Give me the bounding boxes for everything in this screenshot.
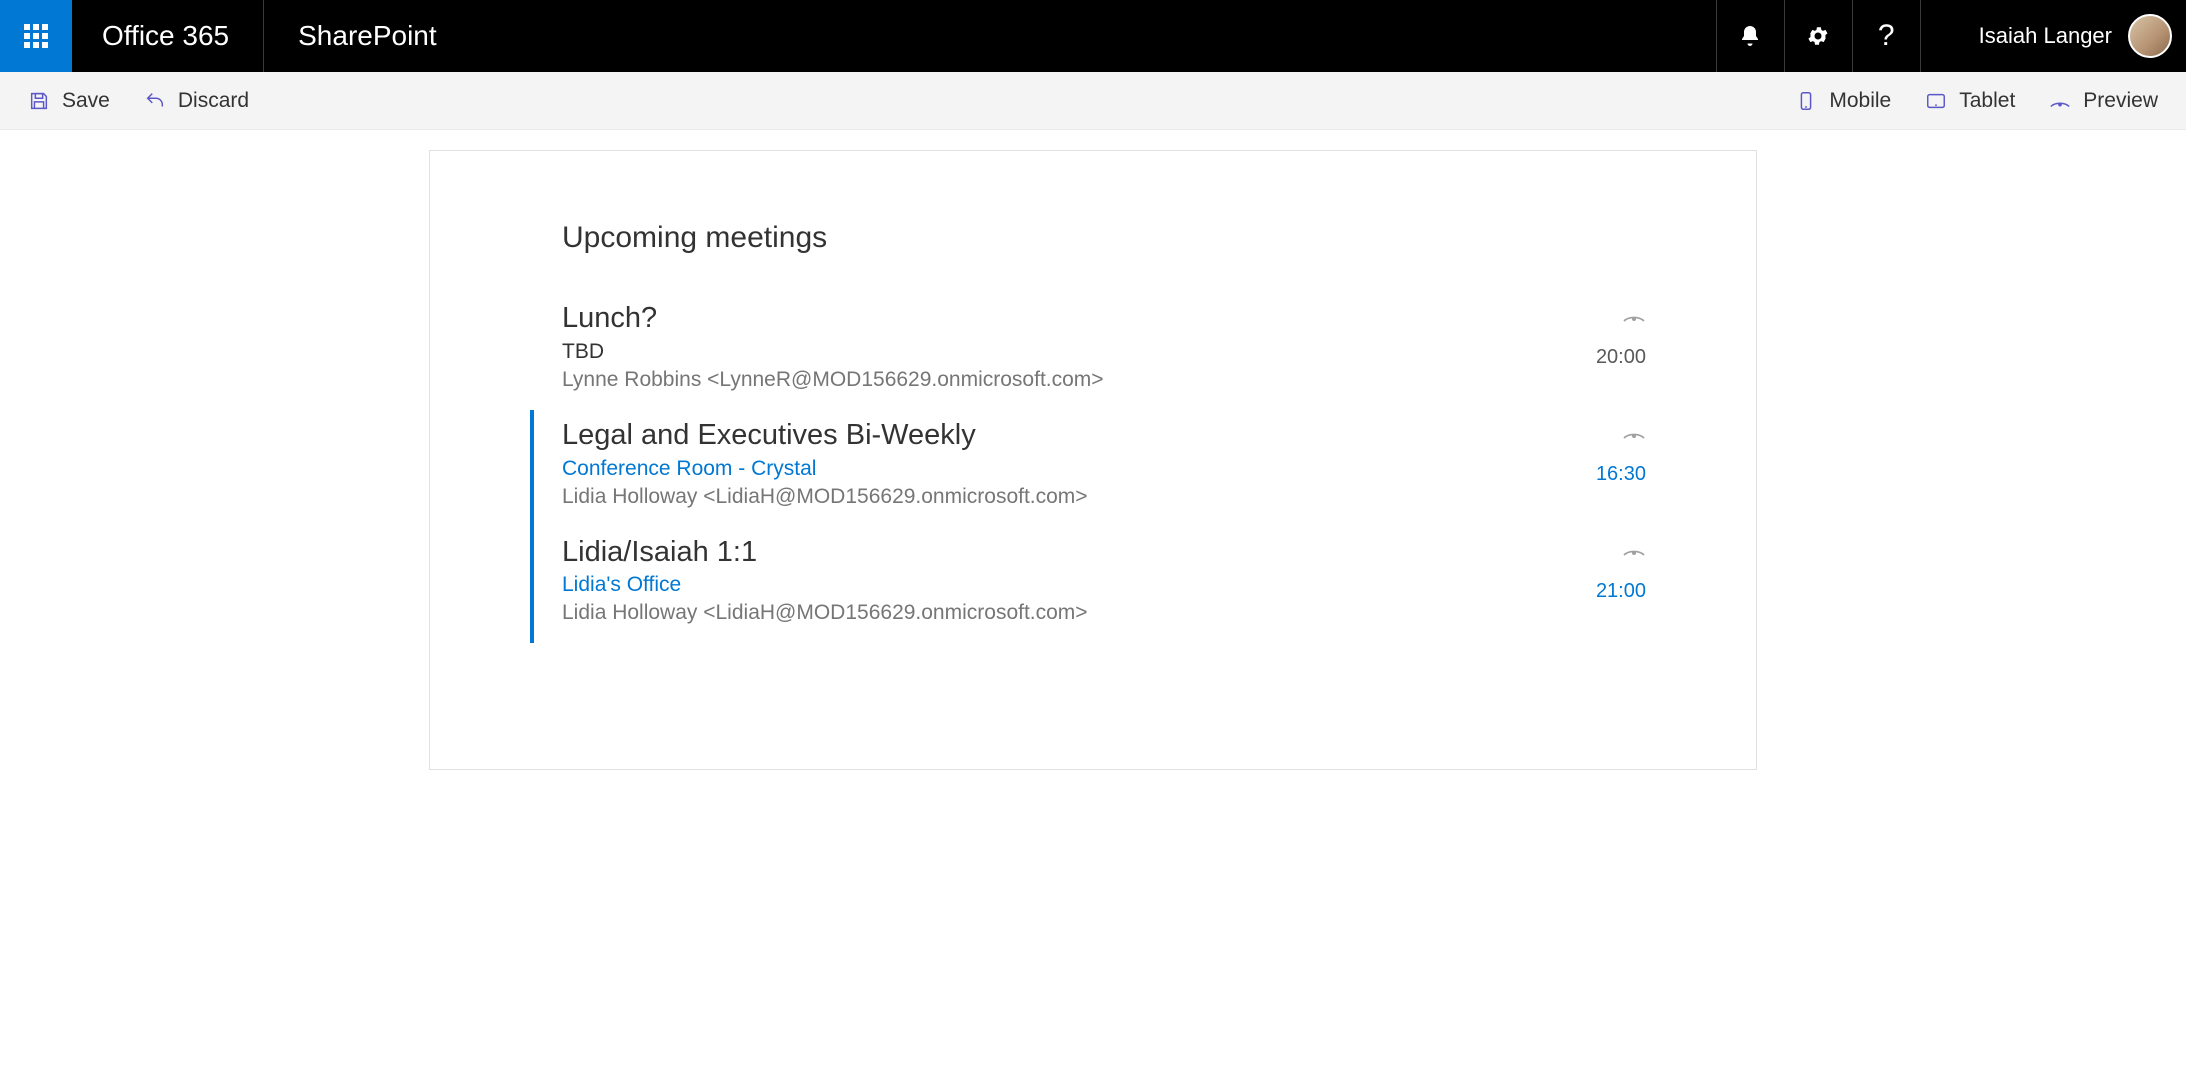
- meeting-main: Legal and Executives Bi-Weekly Conference…: [562, 418, 1532, 509]
- suite-header: Office 365 SharePoint ? Isaiah Langer: [0, 0, 2186, 72]
- tablet-icon: [1925, 90, 1947, 112]
- discard-button[interactable]: Discard: [144, 89, 249, 113]
- settings-button[interactable]: [1784, 0, 1852, 72]
- page-canvas: Upcoming meetings Lunch? TBD Lynne Robbins…: [429, 150, 1757, 770]
- preview-button[interactable]: Preview: [2049, 89, 2158, 113]
- tablet-label: Tablet: [1959, 89, 2015, 113]
- avatar: [2128, 14, 2172, 58]
- meeting-side: 16:30: [1556, 418, 1646, 486]
- meeting-main: Lidia/Isaiah 1:1 Lidia's Office Lidia Holl…: [562, 535, 1532, 626]
- notifications-button[interactable]: [1716, 0, 1784, 72]
- waffle-icon: [24, 24, 48, 48]
- help-button[interactable]: ?: [1852, 0, 1920, 72]
- meeting-organizer: Lynne Robbins <LynneR@MOD156629.onmicros…: [562, 368, 1532, 392]
- meetings-list: Lunch? TBD Lynne Robbins <LynneR@MOD156629…: [540, 293, 1646, 643]
- discard-label: Discard: [178, 89, 249, 113]
- section-title: Upcoming meetings: [540, 221, 1646, 255]
- meeting-item[interactable]: Legal and Executives Bi-Weekly Conference…: [530, 410, 1646, 527]
- user-menu[interactable]: Isaiah Langer: [1920, 0, 2186, 72]
- preview-icon: [2049, 90, 2071, 112]
- tablet-view-button[interactable]: Tablet: [1925, 89, 2015, 113]
- visibility-icon[interactable]: [1622, 307, 1646, 328]
- meeting-location[interactable]: Conference Room - Crystal: [562, 457, 1532, 481]
- meeting-title: Legal and Executives Bi-Weekly: [562, 418, 1532, 453]
- gear-icon: [1806, 24, 1830, 48]
- command-bar: Save Discard Mobile Tablet: [0, 72, 2186, 130]
- visibility-icon[interactable]: [1622, 541, 1646, 562]
- question-icon: ?: [1878, 19, 1895, 53]
- mobile-view-button[interactable]: Mobile: [1795, 89, 1891, 113]
- mobile-label: Mobile: [1829, 89, 1891, 113]
- save-icon: [28, 90, 50, 112]
- undo-icon: [144, 90, 166, 112]
- meeting-time: 20:00: [1596, 346, 1646, 369]
- save-button[interactable]: Save: [28, 89, 110, 113]
- bell-icon: [1738, 24, 1762, 48]
- meeting-title: Lunch?: [562, 301, 1532, 336]
- meeting-location: TBD: [562, 340, 1532, 364]
- meeting-side: 20:00: [1556, 301, 1646, 369]
- meeting-time: 16:30: [1596, 463, 1646, 486]
- meeting-location[interactable]: Lidia's Office: [562, 573, 1532, 597]
- app-name[interactable]: SharePoint: [264, 0, 471, 72]
- meeting-time: 21:00: [1596, 580, 1646, 603]
- meeting-organizer: Lidia Holloway <LidiaH@MOD156629.onmicro…: [562, 601, 1532, 625]
- meeting-item[interactable]: Lunch? TBD Lynne Robbins <LynneR@MOD156629…: [530, 293, 1646, 410]
- meeting-item[interactable]: Lidia/Isaiah 1:1 Lidia's Office Lidia Holl…: [530, 527, 1646, 644]
- meeting-title: Lidia/Isaiah 1:1: [562, 535, 1532, 570]
- user-name: Isaiah Langer: [1979, 23, 2112, 49]
- save-label: Save: [62, 89, 110, 113]
- meeting-organizer: Lidia Holloway <LidiaH@MOD156629.onmicro…: [562, 485, 1532, 509]
- preview-label: Preview: [2083, 89, 2158, 113]
- meeting-side: 21:00: [1556, 535, 1646, 603]
- visibility-icon[interactable]: [1622, 424, 1646, 445]
- suite-brand[interactable]: Office 365: [72, 0, 264, 72]
- meeting-main: Lunch? TBD Lynne Robbins <LynneR@MOD156629…: [562, 301, 1532, 392]
- mobile-icon: [1795, 90, 1817, 112]
- app-launcher-button[interactable]: [0, 0, 72, 72]
